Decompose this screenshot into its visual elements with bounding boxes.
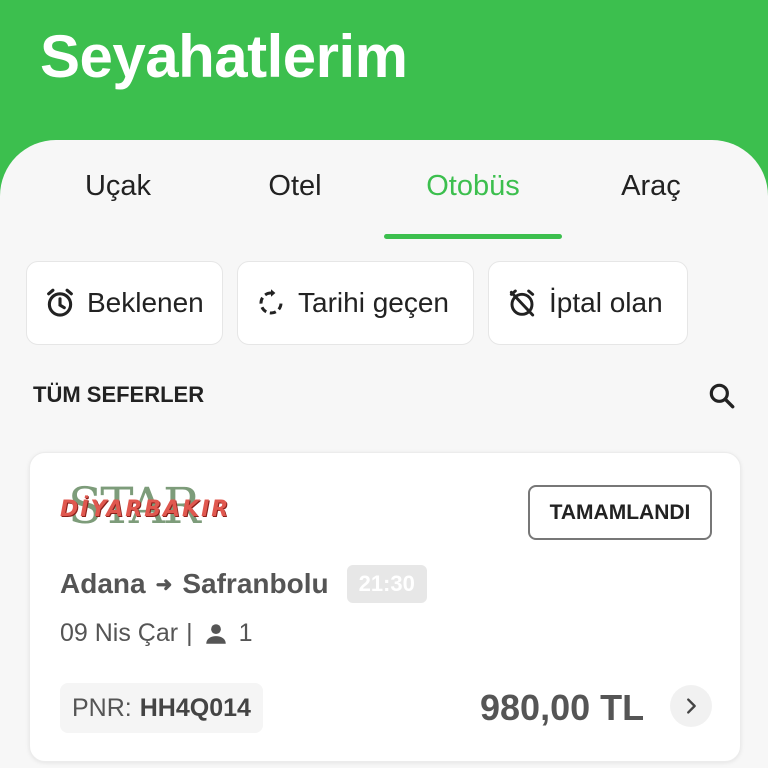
trip-date: 09 Nis Çar — [60, 619, 179, 647]
arrow-right-icon: ➜ — [155, 573, 173, 596]
origin-city: Adana — [60, 568, 146, 599]
status-badge: TAMAMLANDI — [528, 485, 712, 540]
tab-bar: Uçak Otel Otobüs Araç — [0, 140, 768, 240]
trip-route: Adana ➜ Safranbolu 21:30 — [60, 565, 427, 603]
departure-time-badge: 21:30 — [346, 565, 427, 603]
alarm-clock-icon — [43, 286, 77, 320]
active-tab-indicator — [384, 234, 562, 239]
filter-label: Beklenen — [87, 287, 204, 318]
alarm-off-icon — [505, 286, 539, 320]
tab-bus[interactable]: Otobüs — [384, 170, 562, 203]
pnr-box: PNR: HH4Q014 — [60, 683, 263, 733]
tab-car[interactable]: Araç — [562, 170, 740, 203]
logo-city-text: DİYARBAKIR — [60, 497, 231, 522]
refresh-icon — [254, 286, 288, 320]
section-title: TÜM SEFERLER — [33, 382, 205, 407]
filter-upcoming[interactable]: Beklenen — [26, 261, 223, 345]
pnr-label: PNR: — [72, 693, 132, 722]
person-icon — [205, 623, 226, 644]
filter-label: Tarihi geçen — [298, 287, 449, 318]
trip-card[interactable]: STAR DİYARBAKIR TAMAMLANDI Adana ➜ Safra… — [29, 452, 741, 762]
content-sheet: Uçak Otel Otobüs Araç Beklenen Tarihi ge… — [0, 140, 768, 768]
filter-past[interactable]: Tarihi geçen — [237, 261, 474, 345]
filter-label: İptal olan — [549, 287, 663, 318]
pnr-code: HH4Q014 — [139, 693, 251, 722]
company-logo: STAR DİYARBAKIR — [60, 477, 260, 535]
page-title: Seyahatlerim — [40, 23, 408, 90]
tab-hotel[interactable]: Otel — [206, 170, 384, 203]
filter-cancelled[interactable]: İptal olan — [488, 261, 688, 345]
trip-price: 980,00 TL — [480, 687, 645, 728]
destination-city: Safranbolu — [182, 568, 329, 599]
search-icon[interactable] — [702, 376, 742, 416]
trip-details: 09 Nis Çar | 1 — [60, 619, 253, 648]
passenger-count: 1 — [238, 619, 253, 647]
chevron-right-icon[interactable] — [670, 685, 712, 727]
divider: | — [186, 619, 193, 647]
tab-plane[interactable]: Uçak — [29, 170, 207, 203]
